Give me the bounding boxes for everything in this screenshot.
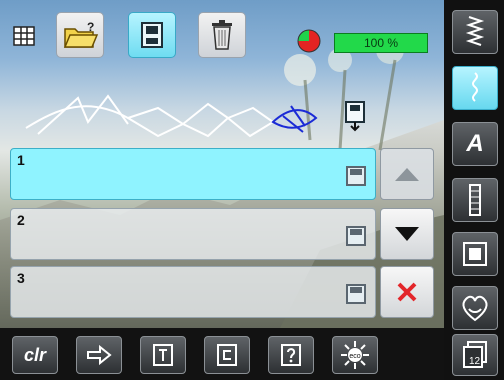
memory-usage-pie-icon — [296, 28, 322, 54]
memory-slot-save-icon — [345, 225, 367, 252]
memory-slot-row[interactable]: 1 — [10, 148, 376, 200]
memory-page-badge: 12 — [469, 356, 481, 367]
memory-slot-save-icon — [345, 165, 367, 192]
practical-stitches-button[interactable] — [452, 10, 498, 54]
help-icon — [281, 344, 301, 366]
delete-button[interactable] — [198, 12, 246, 58]
right-sidebar: A 12 — [444, 0, 504, 380]
scroll-down-button[interactable] — [380, 208, 434, 260]
arrow-up-icon — [395, 168, 419, 181]
embroidery-motif-icon — [25, 94, 318, 138]
stitch-t-button[interactable] — [140, 336, 186, 374]
smiley-heart-icon — [462, 295, 488, 322]
memory-slot-number: 3 — [17, 270, 25, 286]
help-button[interactable] — [268, 336, 314, 374]
pattern-preview — [18, 88, 358, 144]
memory-folder-icon[interactable] — [12, 24, 38, 48]
memory-progress-bar: 100 % — [334, 33, 428, 53]
save-to-memory-icon — [344, 100, 366, 132]
clear-button[interactable]: clr — [12, 336, 58, 374]
memory-slot-number: 1 — [17, 152, 25, 168]
arrow-down-icon — [395, 227, 419, 241]
memory-button[interactable]: 12 — [452, 334, 498, 376]
svg-text:eco: eco — [349, 353, 360, 360]
quilt-icon — [463, 242, 487, 266]
arrow-right-button[interactable] — [76, 336, 122, 374]
open-folder-icon: ? — [63, 20, 99, 48]
memory-slot-number: 2 — [17, 212, 25, 228]
memory-slot-row[interactable]: 2 — [10, 208, 376, 260]
eco-button[interactable]: eco — [332, 336, 378, 374]
t-icon — [153, 344, 173, 366]
memory-slot-save-icon — [345, 283, 367, 310]
clear-label: clr — [23, 344, 47, 365]
sewing-machine-screen: ? 100 % 1 2 3 clr eco A 12 — [0, 0, 504, 380]
decorative-stitch-icon — [472, 72, 478, 102]
bottom-toolbar: clr eco — [0, 328, 444, 380]
zigzag-icon — [465, 16, 485, 46]
eco-icon: eco — [341, 341, 369, 369]
close-icon — [397, 282, 417, 302]
trash-icon — [212, 20, 232, 50]
scroll-up-button[interactable] — [380, 148, 434, 200]
alphabets-button[interactable]: A — [452, 122, 498, 166]
save-button[interactable] — [128, 12, 176, 58]
svg-text:?: ? — [87, 20, 94, 34]
stitch-c-button[interactable] — [204, 336, 250, 374]
decorative-stitches-button[interactable] — [452, 66, 498, 110]
open-folder-button[interactable]: ? — [56, 12, 104, 58]
alphabet-icon: A — [466, 130, 484, 157]
memory-slot-row[interactable]: 3 — [10, 266, 376, 318]
buttonholes-button[interactable] — [452, 178, 498, 222]
save-icon — [141, 22, 163, 48]
arrow-right-icon — [87, 344, 112, 366]
progress-label: 100 % — [363, 36, 399, 50]
buttonhole-icon — [469, 184, 481, 216]
delete-slot-button[interactable] — [380, 266, 434, 318]
personal-program-button[interactable] — [452, 286, 498, 330]
c-icon — [217, 344, 237, 366]
quilt-stitches-button[interactable] — [452, 232, 498, 276]
